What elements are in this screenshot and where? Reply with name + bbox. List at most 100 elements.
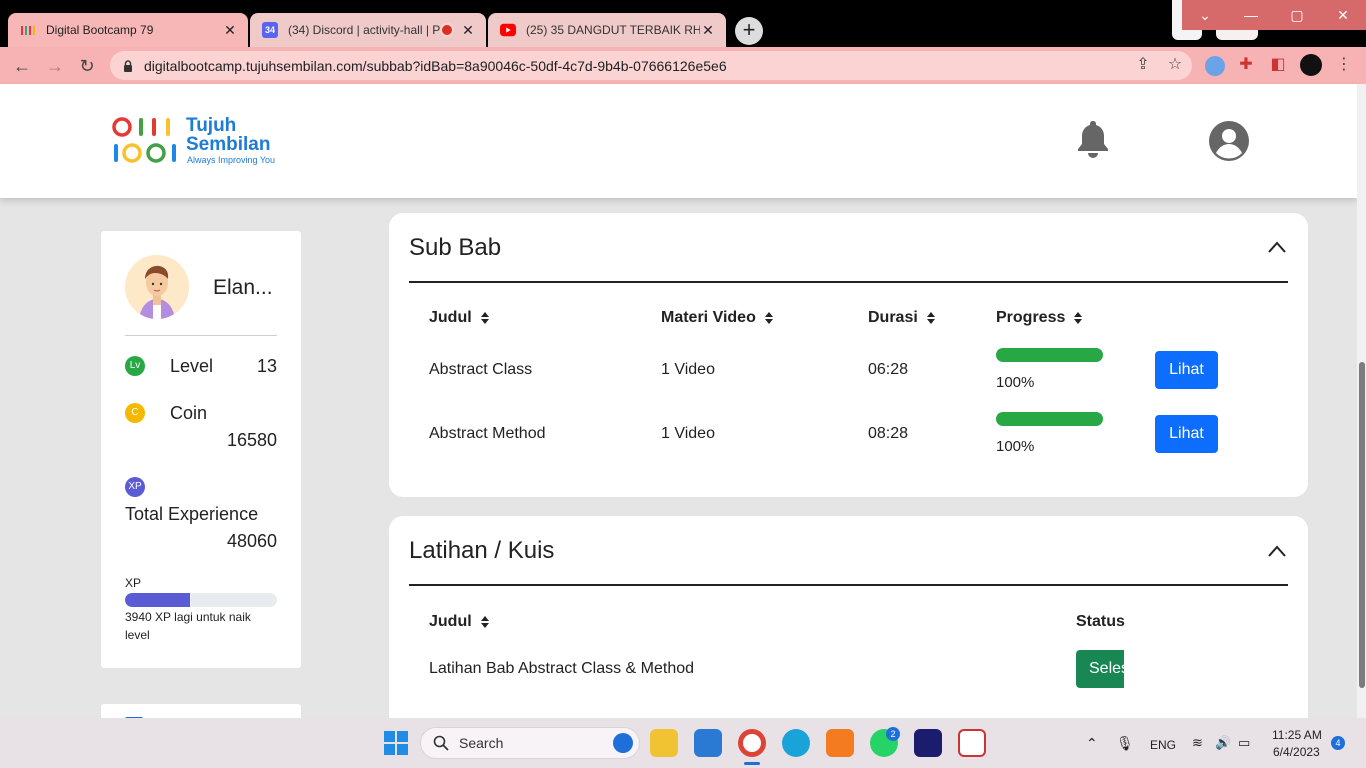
tab-label: Digital Bootcamp 79 xyxy=(46,23,154,37)
intellij-icon[interactable] xyxy=(914,729,942,757)
lock-icon xyxy=(124,59,132,72)
share-icon[interactable]: ⇪ xyxy=(1131,53,1155,77)
tujuhsembilan-favicon-icon xyxy=(20,22,36,38)
lihat-button[interactable]: Lihat xyxy=(1155,351,1218,389)
sort-icon xyxy=(480,616,489,628)
column-materi-video[interactable]: Materi Video xyxy=(661,309,774,327)
snipping-tool-icon[interactable] xyxy=(958,729,986,757)
column-judul[interactable]: Judul xyxy=(429,309,490,327)
tab-close-icon[interactable]: ✕ xyxy=(460,22,476,39)
bing-icon xyxy=(613,733,633,753)
page-scrollbar-thumb[interactable] xyxy=(1359,362,1365,688)
level-badge-icon: Lv xyxy=(125,356,145,376)
microphone-icon[interactable]: 🎙 xyxy=(1116,735,1134,752)
tab-label: (34) Discord | activity-hall | P xyxy=(288,23,441,37)
column-judul-label: Judul xyxy=(429,613,472,630)
chrome-icon[interactable] xyxy=(738,729,766,757)
maximize-icon[interactable]: ▢ xyxy=(1274,0,1320,30)
xp-value: 48060 xyxy=(226,531,277,551)
profile-avatar[interactable] xyxy=(1300,54,1322,76)
column-status: Status xyxy=(1076,613,1125,631)
windows-taskbar: Search 2 ⌃ 🎙 ENG ≋ 🔊 ▭ 11:25 AM 6/4/2023… xyxy=(0,718,1366,768)
profile-divider xyxy=(125,335,277,336)
minimize-icon[interactable]: — xyxy=(1228,0,1274,30)
active-app-indicator xyxy=(744,762,760,765)
discord-favicon-icon: 34 xyxy=(262,22,278,38)
progress-text: 100% xyxy=(996,374,1035,391)
extension-icon[interactable] xyxy=(1205,56,1225,76)
chevron-up-icon[interactable] xyxy=(1267,544,1287,558)
address-bar[interactable]: digitalbootcamp.tujuhsembilan.com/subbab… xyxy=(110,51,1192,80)
subbab-divider xyxy=(409,281,1288,283)
logo-line1: Tujuh xyxy=(186,115,237,136)
new-tab-button[interactable]: + xyxy=(735,17,763,45)
windows-start-icon[interactable] xyxy=(382,729,410,757)
logo-line2: Sembilan xyxy=(186,134,271,155)
subbab-title: Sub Bab xyxy=(409,234,502,261)
battery-icon[interactable]: ▭ xyxy=(1238,735,1250,751)
menu-kebab-icon[interactable]: ⋮ xyxy=(1332,53,1356,77)
column-status-label: Status xyxy=(1076,613,1125,630)
column-progress[interactable]: Progress xyxy=(996,309,1083,327)
sort-icon xyxy=(1074,312,1083,324)
volume-icon[interactable]: 🔊 xyxy=(1215,735,1231,751)
tab-close-icon[interactable]: ✕ xyxy=(222,22,238,39)
tujuhsembilan-logo[interactable]: Tujuh Sembilan Always Improving You xyxy=(112,116,282,168)
bookmark-star-icon[interactable]: ☆ xyxy=(1163,53,1187,77)
back-icon[interactable]: ← xyxy=(9,53,35,79)
edge-icon[interactable] xyxy=(782,729,810,757)
column-durasi[interactable]: Durasi xyxy=(868,309,936,327)
side-panel-icon[interactable]: ◧ xyxy=(1266,53,1290,77)
vscode-icon[interactable] xyxy=(694,729,722,757)
column-judul[interactable]: Judul xyxy=(429,613,490,631)
column-progress-label: Progress xyxy=(996,309,1066,326)
table-cell-materi: 1 Video xyxy=(661,361,715,378)
tab-digital-bootcamp[interactable]: Digital Bootcamp 79 ✕ xyxy=(8,13,248,47)
tab-youtube[interactable]: (25) 35 DANGDUT TERBAIK RHOM ✕ xyxy=(488,13,726,47)
xp-progress-bar xyxy=(125,593,277,607)
status-button[interactable]: Selesai xyxy=(1076,650,1124,688)
taskbar-search[interactable]: Search xyxy=(420,727,640,759)
clock-time[interactable]: 11:25 AM xyxy=(1272,728,1322,742)
tab-search-icon[interactable]: ⌄ xyxy=(1182,0,1228,30)
url-text: digitalbootcamp.tujuhsembilan.com/subbab… xyxy=(144,57,727,74)
close-icon[interactable]: ✕ xyxy=(1320,0,1366,30)
site-header: Tujuh Sembilan Always Improving You xyxy=(0,84,1357,198)
wifi-icon[interactable]: ≋ xyxy=(1192,735,1203,751)
avatar xyxy=(125,255,189,319)
logo-tagline: Always Improving You xyxy=(187,155,276,165)
recording-indicator-icon xyxy=(442,25,452,35)
lihat-button[interactable]: Lihat xyxy=(1155,415,1218,453)
user-account-icon[interactable] xyxy=(1208,120,1250,162)
chevron-up-icon[interactable] xyxy=(1267,240,1287,254)
bell-icon[interactable] xyxy=(1075,119,1111,159)
language-indicator[interactable]: ENG xyxy=(1150,738,1176,752)
coin-label: Coin xyxy=(170,403,208,423)
tray-chevron-up-icon[interactable]: ⌃ xyxy=(1086,735,1098,752)
avatar-illustration-icon xyxy=(125,255,189,319)
tab-close-icon[interactable]: ✕ xyxy=(700,22,716,39)
reload-icon[interactable]: ↻ xyxy=(74,53,100,79)
column-durasi-label: Durasi xyxy=(868,309,918,326)
forward-icon[interactable]: → xyxy=(42,53,68,79)
clock-date[interactable]: 6/4/2023 xyxy=(1273,745,1320,759)
column-materi-label: Materi Video xyxy=(661,309,756,326)
file-explorer-icon[interactable] xyxy=(650,729,678,757)
progress-bar xyxy=(996,348,1103,362)
xp-progress-fill xyxy=(125,593,191,607)
progress-text: 100% xyxy=(996,438,1035,455)
xampp-icon[interactable] xyxy=(826,729,854,757)
puzzle-extensions-icon[interactable]: ✚ xyxy=(1234,53,1258,77)
table-cell-judul: Latihan Bab Abstract Class & Method xyxy=(429,660,695,677)
sort-icon xyxy=(480,312,489,324)
search-icon xyxy=(433,735,449,751)
coin-badge-icon: C xyxy=(125,403,145,423)
discord-badge: 34 xyxy=(264,25,275,35)
table-cell-durasi: 06:28 xyxy=(868,361,909,378)
notification-badge[interactable]: 4 xyxy=(1331,736,1345,750)
sort-icon xyxy=(764,312,773,324)
level-label: Level xyxy=(170,356,214,376)
table-cell-durasi: 08:28 xyxy=(868,425,909,442)
tab-discord[interactable]: 34 (34) Discord | activity-hall | P ✕ xyxy=(250,13,486,47)
column-judul-label: Judul xyxy=(429,309,472,326)
